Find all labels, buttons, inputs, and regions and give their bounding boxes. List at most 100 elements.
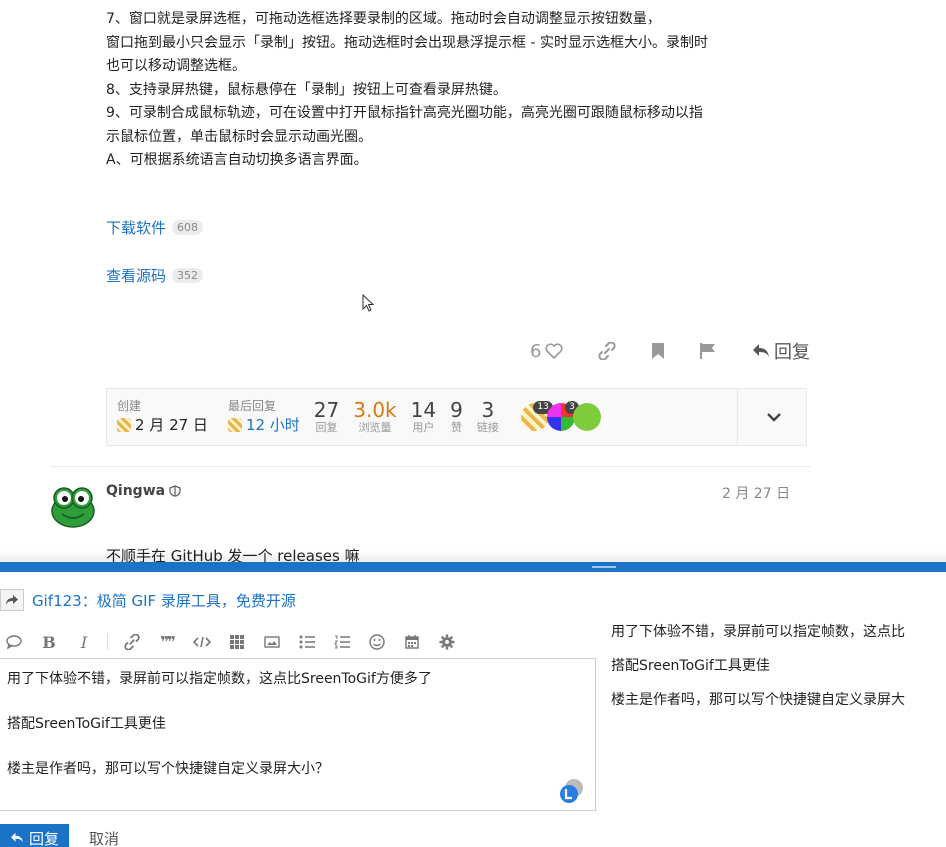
stat-number: 3.0k (353, 398, 397, 422)
bold-button[interactable]: B (35, 628, 63, 656)
composer-resize-bar[interactable] (0, 562, 946, 572)
flag-button[interactable] (699, 342, 717, 360)
code-icon (193, 636, 211, 648)
post-line: 7、窗口就是录屏选框，可拖动选框选择要录制的区域。拖动时会自动调整显示按钮数量， (106, 11, 661, 27)
insert-date-button[interactable] (398, 628, 426, 656)
topic-title-link[interactable]: Gif123：极简 GIF 录屏工具，免费开源 (32, 590, 296, 611)
upload-image-button[interactable] (258, 628, 286, 656)
reply-username[interactable]: Qingwa (106, 483, 181, 499)
gear-icon (439, 634, 455, 650)
stat-number: 3 (481, 398, 495, 422)
stat-label: 链接 (476, 421, 499, 434)
source-link[interactable]: 查看源码 352 (106, 265, 204, 286)
copy-link-button[interactable] (598, 342, 616, 360)
emoji-button[interactable] (363, 628, 391, 656)
stat-label: 用户 (412, 421, 435, 434)
link-button[interactable] (118, 628, 146, 656)
grid-icon (230, 635, 244, 649)
reply-button[interactable]: 回复 (752, 338, 810, 364)
speech-bubble-icon (6, 635, 22, 649)
avatar (117, 417, 131, 432)
submit-reply-button[interactable]: 回复 (0, 824, 70, 847)
editor-line: 用了下体验不错，录屏前可以指定帧数，这点比SreenToGif方便多了 (7, 671, 432, 687)
stat-label: 浏览量 (358, 421, 392, 434)
heart-icon (545, 343, 563, 359)
cancel-button[interactable]: 取消 (89, 828, 119, 847)
bullet-list-icon (299, 635, 315, 649)
stat-users: 14 用户 (411, 399, 436, 435)
avatar[interactable]: 13 (520, 401, 553, 431)
composer: Gif123：极简 GIF 录屏工具，免费开源 B I ❞❞ 用了下体验不错，录… (0, 550, 946, 847)
reply-action-dropdown[interactable] (0, 589, 24, 611)
last-reply-time: 12 小时 (245, 415, 300, 434)
click-count-badge: 608 (172, 220, 204, 235)
bookmark-icon (651, 343, 664, 359)
quote-button[interactable]: ❞❞ (153, 628, 181, 656)
table-button[interactable] (223, 628, 251, 656)
topic-map: 创建 2 月 27 日 最后回复 12 小时 27 回复 3.0k 浏览量 14… (106, 388, 807, 446)
download-link-label[interactable]: 下载软件 (106, 217, 166, 238)
smiley-icon (369, 634, 385, 650)
link-icon (124, 634, 140, 650)
avatar[interactable]: 3 (546, 401, 579, 431)
submit-label: 回复 (29, 830, 60, 847)
download-link[interactable]: 下载软件 608 (106, 217, 204, 238)
flag-icon (700, 343, 716, 359)
numbered-list-icon (334, 635, 350, 649)
numbered-list-button[interactable] (328, 628, 356, 656)
link-icon (598, 342, 616, 360)
created-block: 创建 2 月 27 日 (117, 399, 208, 436)
post-body: 7、窗口就是录屏选框，可拖动选框选择要录制的区域。拖动时会自动调整显示按钮数量，… (106, 8, 806, 173)
source-link-label[interactable]: 查看源码 (106, 265, 166, 286)
stat-label: 赞 (450, 421, 462, 434)
divider (50, 466, 810, 467)
stat-replies: 27 回复 (314, 399, 339, 435)
created-date: 2 月 27 日 (135, 415, 208, 434)
editor-toolbar: B I ❞❞ (0, 626, 596, 658)
options-button[interactable] (433, 628, 461, 656)
last-reply-block: 最后回复 12 小时 (227, 398, 300, 436)
grammar-assistant-icon[interactable] (559, 778, 585, 804)
divider (737, 389, 738, 445)
last-reply-value[interactable]: 12 小时 (227, 414, 300, 436)
reply-editor-textarea[interactable]: 用了下体验不错，录屏前可以指定帧数，这点比SreenToGif方便多了 搭配Sr… (0, 658, 596, 811)
calendar-icon (405, 635, 419, 649)
toolbar-separator (107, 634, 108, 650)
editor-line: 搭配SreenToGif工具更佳 (7, 716, 166, 732)
post-line: 9、可录制合成鼠标轨迹，可在设置中打开鼠标指针高亮光圈功能，高亮光圈可跟随鼠标移… (106, 105, 703, 121)
stat-label: 回复 (315, 421, 338, 434)
click-count-badge: 352 (172, 268, 204, 283)
composer-shadow (0, 550, 946, 562)
bookmark-button[interactable] (651, 342, 665, 360)
grip-handle-icon[interactable] (592, 566, 616, 568)
code-button[interactable] (188, 628, 216, 656)
preview-line: 用了下体验不错，录屏前可以指定帧数，这点比 (611, 624, 905, 640)
stat-number: 27 (313, 398, 340, 422)
editor-line: 楼主是作者吗，那可以写个快捷键自定义录屏大小？ (7, 761, 329, 777)
post-line: A、可根据系统语言自动切换多语言界面。 (106, 152, 368, 168)
like-button[interactable]: 6 (530, 341, 563, 362)
username: Qingwa (106, 483, 166, 499)
preview-line: 楼主是作者吗，那可以写个快捷键自定义录屏大 (611, 692, 905, 708)
avatar[interactable] (572, 403, 601, 431)
bullet-list-button[interactable] (293, 628, 321, 656)
italic-button[interactable]: I (70, 628, 98, 656)
image-icon (264, 636, 280, 648)
stat-number: 9 (450, 398, 463, 422)
stat-likes: 9 赞 (450, 399, 463, 435)
created-value[interactable]: 2 月 27 日 (117, 414, 208, 436)
post-line: 示鼠标位置，单击鼠标时会显示动画光圈。 (106, 128, 372, 145)
post-line: 8、支持录屏热键，鼠标悬停在「录制」按钮上可查看录屏热键。 (106, 81, 507, 98)
last-reply-label: 最后回复 (227, 398, 276, 413)
reply-arrow-icon (752, 344, 769, 357)
chevron-down-icon[interactable] (762, 405, 786, 429)
stat-links: 3 链接 (477, 399, 499, 435)
reply-date[interactable]: 2 月 27 日 (722, 483, 790, 503)
preview-pane: 用了下体验不错，录屏前可以指定帧数，这点比 搭配SreenToGif工具更佳 楼… (611, 622, 946, 724)
participant-avatars: 13 3 (520, 401, 601, 431)
mouse-cursor-icon (362, 294, 375, 312)
toggle-preview-button[interactable] (0, 628, 28, 656)
avatar[interactable] (50, 482, 96, 528)
reply-arrow-icon (11, 832, 23, 843)
preview-line: 搭配SreenToGif工具更佳 (611, 658, 770, 674)
